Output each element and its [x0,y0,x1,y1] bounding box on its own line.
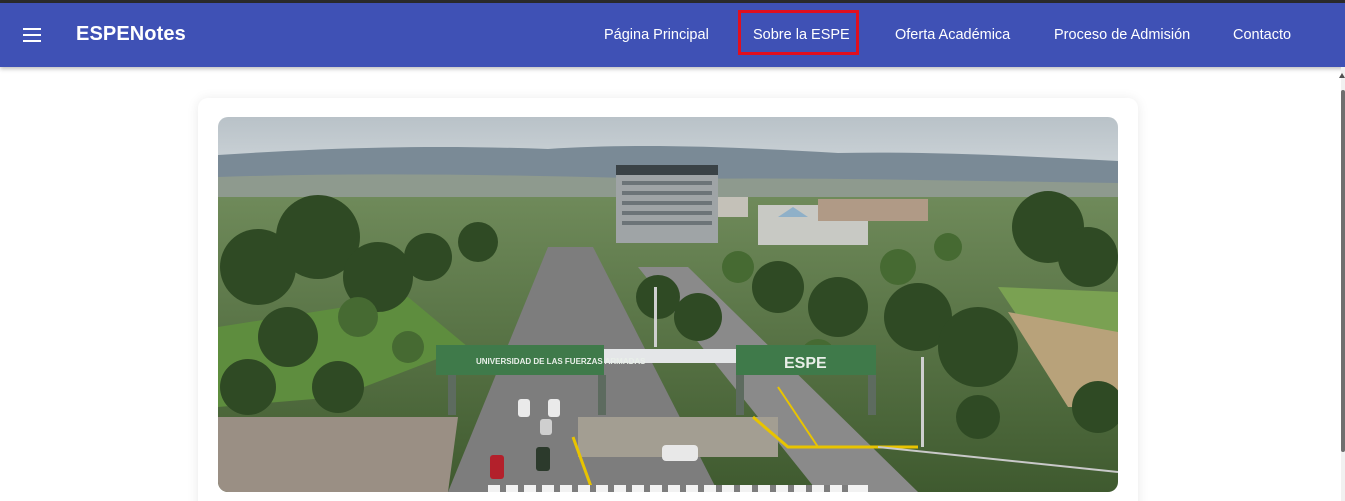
nav-item-pagina-principal[interactable]: Página Principal [604,27,709,43]
main-nav: Página Principal Sobre la ESPE Oferta Ac… [0,3,1345,67]
campus-aerial-photo: UNIVERSIDAD DE LAS FUERZAS ARMADAS ESPE [218,117,1118,492]
nav-item-oferta-academica[interactable]: Oferta Académica [895,27,1010,43]
gate-text-right: ESPE [784,355,827,372]
gate-text-left: UNIVERSIDAD DE LAS FUERZAS ARMADAS [476,357,646,366]
nav-item-contacto[interactable]: Contacto [1233,27,1291,43]
nav-item-proceso-de-admision[interactable]: Proceso de Admisión [1054,27,1190,43]
scroll-up-arrow-icon[interactable] [1339,73,1345,78]
nav-item-sobre-la-espe[interactable]: Sobre la ESPE [753,27,850,43]
scrollbar-thumb[interactable] [1341,90,1345,452]
app-bar: ESPENotes Página Principal Sobre la ESPE… [0,3,1345,67]
